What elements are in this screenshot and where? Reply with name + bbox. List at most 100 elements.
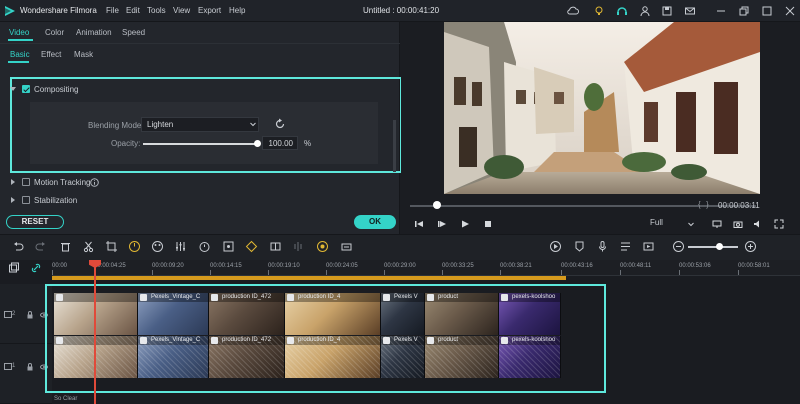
restore-icon[interactable]	[737, 4, 751, 18]
maximize-icon[interactable]	[760, 4, 774, 18]
ruler-tick-label: 00:00:38:21	[500, 263, 532, 269]
ruler-tick-mark	[152, 270, 153, 275]
stabilization-checkbox[interactable]	[22, 196, 30, 204]
green-screen-icon[interactable]	[269, 240, 282, 253]
color-icon[interactable]	[151, 240, 164, 253]
crop-icon[interactable]	[105, 240, 118, 253]
tab-color[interactable]: Color	[45, 28, 64, 37]
opacity-slider-track[interactable]	[143, 143, 258, 145]
preview-timecode: 00:00:03:11	[718, 201, 760, 210]
fit-icon[interactable]	[222, 240, 235, 253]
cloud-icon[interactable]	[566, 4, 580, 18]
footer-label: So Clear	[54, 396, 78, 402]
link-icon[interactable]	[30, 262, 42, 274]
motion-tracking-expand-icon[interactable]	[11, 179, 15, 185]
menu-export[interactable]: Export	[198, 6, 221, 15]
filmora-logo-icon	[5, 6, 15, 16]
menu-view[interactable]: View	[173, 6, 190, 15]
snapshot-icon[interactable]	[733, 219, 743, 229]
ruler-tick-label: 00:00	[52, 263, 68, 269]
save-icon[interactable]	[660, 4, 674, 18]
info-icon[interactable]	[90, 178, 99, 187]
audio-adjust-icon[interactable]	[174, 240, 187, 253]
opacity-slider-thumb[interactable]	[254, 140, 261, 147]
preview-playhead[interactable]	[433, 201, 441, 209]
tab-animation[interactable]: Animation	[76, 28, 112, 37]
stabilization-expand-icon[interactable]	[11, 197, 15, 203]
stop-icon[interactable]	[483, 219, 493, 229]
play-pause-icon[interactable]	[437, 219, 447, 229]
subtab-effect[interactable]: Effect	[41, 50, 61, 59]
play-icon[interactable]	[460, 219, 470, 229]
add-track-icon[interactable]	[8, 262, 20, 274]
minimize-icon[interactable]	[714, 4, 728, 18]
speed-icon[interactable]	[128, 240, 141, 253]
zoom-in-icon[interactable]	[744, 240, 757, 253]
menu-tools[interactable]: Tools	[147, 6, 166, 15]
subtab-basic[interactable]: Basic	[10, 50, 30, 59]
ruler-tick-mark	[384, 270, 385, 275]
split-audio-icon[interactable]	[292, 240, 305, 253]
cut-icon[interactable]	[82, 240, 95, 253]
reset-button[interactable]: RESET	[6, 215, 64, 229]
title-bar: Wondershare Filmora File Edit Tools View…	[0, 0, 800, 22]
mail-icon[interactable]	[683, 4, 697, 18]
menu-edit[interactable]: Edit	[126, 6, 140, 15]
ruler-tick-mark	[620, 270, 621, 275]
filmora-window: Wondershare Filmora File Edit Tools View…	[0, 0, 800, 404]
compositing-settings	[30, 102, 378, 164]
timeline-playhead[interactable]	[94, 262, 96, 404]
ruler-tick-label: 00:00:24:05	[326, 263, 358, 269]
zoom-slider-thumb[interactable]	[716, 243, 723, 250]
zoom-out-icon[interactable]	[672, 240, 685, 253]
redo-icon[interactable]	[34, 240, 47, 253]
headset-icon[interactable]	[615, 4, 629, 18]
reset-blend-icon[interactable]	[274, 118, 286, 130]
motion-tracking-checkbox[interactable]	[22, 178, 30, 186]
compositing-checkbox[interactable]	[22, 85, 30, 93]
ok-button[interactable]: OK	[354, 215, 396, 229]
ruler-tick-mark	[679, 270, 680, 275]
quality-select[interactable]: Full	[650, 218, 694, 230]
user-icon[interactable]	[638, 4, 652, 18]
street-scene-image	[444, 22, 760, 194]
app-name: Wondershare Filmora	[20, 6, 97, 15]
opacity-input[interactable]: 100.00	[262, 136, 298, 150]
bulb-icon[interactable]	[592, 4, 606, 18]
preview-progress-bar[interactable]	[410, 205, 756, 207]
subtab-mask[interactable]: Mask	[74, 50, 93, 59]
ruler-tick-mark	[561, 270, 562, 275]
microphone-icon[interactable]	[596, 240, 609, 253]
close-icon[interactable]	[783, 4, 797, 18]
blending-mode-value: Lighten	[147, 120, 174, 129]
video-preview[interactable]	[444, 22, 760, 194]
fullscreen-icon[interactable]	[774, 219, 784, 229]
silence-detect-icon[interactable]	[340, 240, 353, 253]
auto-reframe-icon[interactable]	[316, 240, 329, 253]
keyframe-icon[interactable]	[245, 240, 258, 253]
snapshot-timeline-icon[interactable]	[642, 240, 655, 253]
menu-help[interactable]: Help	[229, 6, 245, 15]
tab-speed[interactable]: Speed	[122, 28, 145, 37]
voiceover-icon[interactable]	[619, 240, 632, 253]
zoom-slider-track[interactable]	[688, 246, 738, 248]
undo-icon[interactable]	[12, 240, 25, 253]
monitor-icon[interactable]	[712, 219, 722, 229]
opacity-unit: %	[304, 139, 312, 148]
render-icon[interactable]	[549, 240, 562, 253]
lock-icon[interactable]	[26, 311, 34, 319]
delete-icon[interactable]	[59, 240, 72, 253]
blending-mode-select[interactable]: Lighten	[141, 117, 259, 132]
menu-file[interactable]: File	[106, 6, 119, 15]
mark-in-icon[interactable]: {	[698, 200, 701, 209]
ruler-tick-label: 00:00:33:25	[442, 263, 474, 269]
mark-out-icon[interactable]: }	[706, 200, 709, 209]
panel-scrollbar[interactable]	[393, 120, 396, 172]
volume-icon[interactable]	[753, 219, 763, 229]
duration-icon[interactable]	[198, 240, 211, 253]
lock-icon[interactable]	[26, 363, 34, 371]
compositing-expand-icon[interactable]	[10, 87, 16, 91]
tab-video[interactable]: Video	[9, 28, 29, 37]
marker-icon[interactable]	[573, 240, 586, 253]
previous-frame-icon[interactable]	[414, 219, 424, 229]
